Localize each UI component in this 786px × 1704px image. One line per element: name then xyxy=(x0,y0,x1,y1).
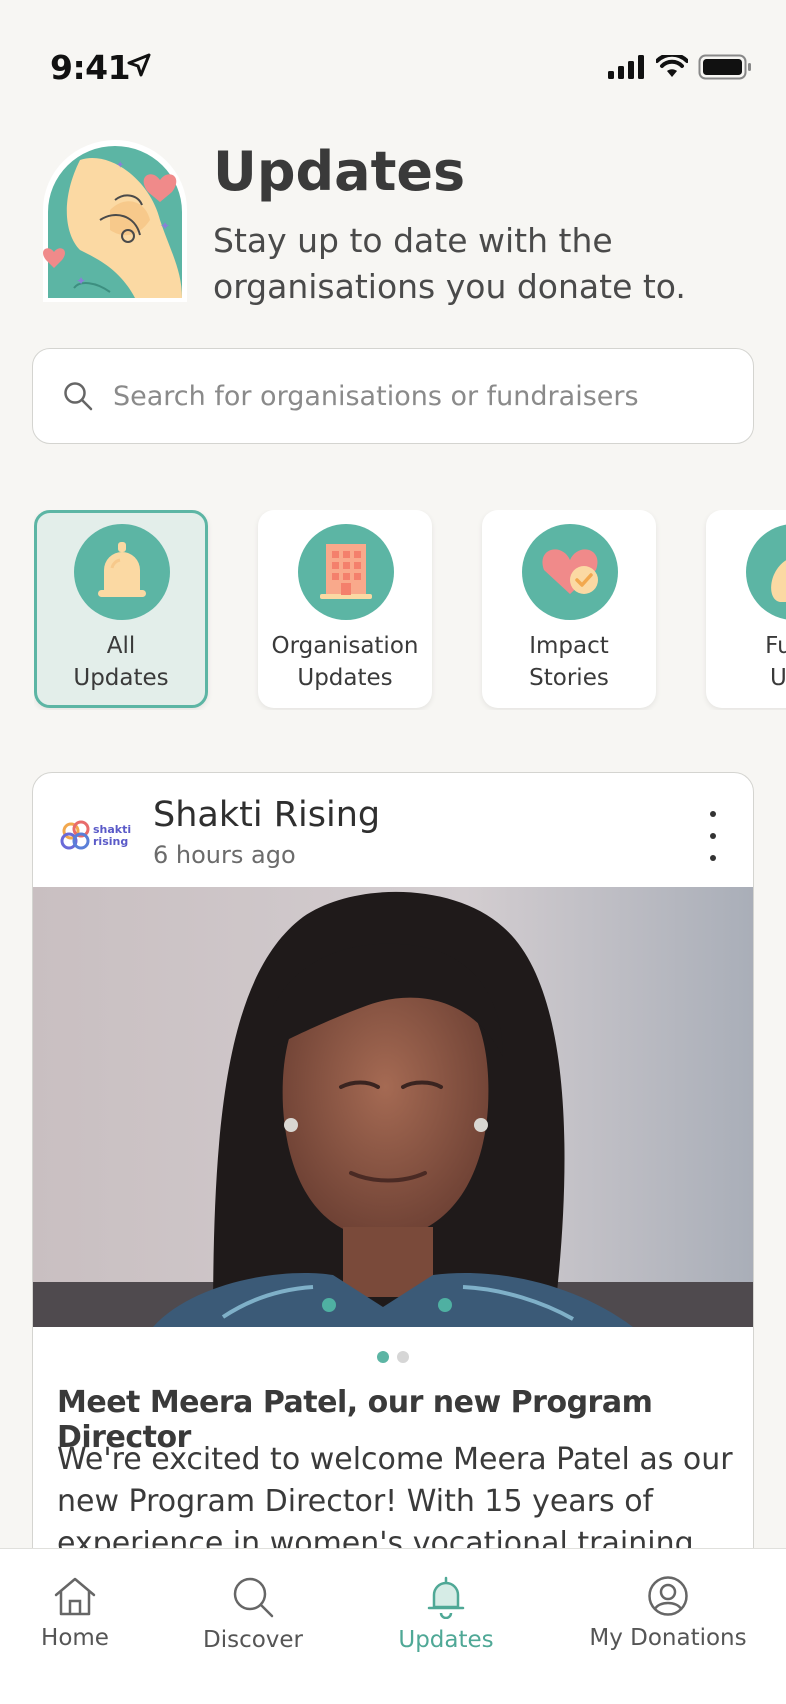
category-organisation-updates[interactable]: Organisation Updates xyxy=(258,510,432,708)
page-title: Updates xyxy=(213,140,466,203)
cellular-signal-icon xyxy=(608,55,644,79)
nav-tab-my-donations[interactable]: My Donations xyxy=(588,1575,748,1651)
money-bag-icon: $ xyxy=(771,560,786,602)
nav-tab-home[interactable]: Home xyxy=(34,1575,116,1651)
category-label: All Updates xyxy=(73,633,169,691)
category-icon-circle xyxy=(298,524,394,620)
page-subtitle: Stay up to date with the organisations y… xyxy=(213,221,686,306)
svg-text:rising: rising xyxy=(93,835,128,848)
category-icon-circle xyxy=(522,524,618,620)
svg-text:✦: ✦ xyxy=(116,160,124,171)
organisation-name[interactable]: Shakti Rising xyxy=(153,795,380,835)
bottom-navigation: Home Discover Updates My Donations xyxy=(0,1548,786,1704)
category-icon-circle: $ xyxy=(746,524,786,620)
nav-tab-label: My Donations xyxy=(589,1625,747,1651)
profile-icon xyxy=(648,1576,688,1616)
status-time: 9:41 xyxy=(50,48,131,87)
category-all-updates[interactable]: All Updates xyxy=(34,510,208,708)
category-fundraiser-updates[interactable]: $ FundUpd xyxy=(706,510,786,708)
battery-icon xyxy=(698,54,751,80)
post-timestamp: 6 hours ago xyxy=(153,841,296,869)
organisation-logo[interactable]: shakti rising xyxy=(57,809,137,865)
search-bar[interactable] xyxy=(32,348,754,444)
bell-icon xyxy=(427,1576,465,1619)
category-filter-row[interactable]: All Updates Organisation Updates Impact … xyxy=(34,510,786,710)
category-label: Impact Stories xyxy=(529,633,609,691)
category-label: Organisation Updates xyxy=(271,633,419,691)
more-dot-icon xyxy=(710,811,716,817)
heart-check-icon xyxy=(542,549,598,594)
building-icon xyxy=(320,544,372,599)
home-icon xyxy=(54,1577,96,1616)
more-options-button[interactable] xyxy=(703,811,723,861)
svg-text:✦: ✦ xyxy=(160,219,170,233)
nav-tab-discover[interactable]: Discover xyxy=(200,1575,306,1653)
category-label: FundUpd xyxy=(765,633,786,691)
status-bar: 9:41 xyxy=(0,0,786,120)
nav-tab-label: Discover xyxy=(202,1627,304,1653)
carousel-indicator xyxy=(33,1351,753,1363)
post-body: We're excited to welcome Meera Patel as … xyxy=(57,1442,733,1561)
bell-icon xyxy=(98,542,146,597)
location-arrow-icon xyxy=(127,53,151,77)
more-dot-icon xyxy=(710,833,716,839)
nav-tab-updates[interactable]: Updates xyxy=(396,1575,496,1653)
more-dot-icon xyxy=(710,855,716,861)
search-icon xyxy=(64,382,93,411)
nav-tab-label: Home xyxy=(41,1625,109,1651)
search-input[interactable] xyxy=(113,380,713,412)
carousel-dot[interactable] xyxy=(397,1351,409,1363)
category-icon-circle xyxy=(74,524,170,620)
category-impact-stories[interactable]: Impact Stories xyxy=(482,510,656,708)
search-icon xyxy=(233,1577,274,1618)
carousel-dot-active[interactable] xyxy=(377,1351,389,1363)
status-icons xyxy=(608,54,752,80)
post-photo[interactable] xyxy=(33,887,754,1327)
hands-heart-illustration: ✦ ✦ ✦ xyxy=(43,140,187,302)
svg-text:✦: ✦ xyxy=(76,274,86,288)
wifi-icon xyxy=(656,55,688,77)
nav-tab-label: Updates xyxy=(398,1627,494,1653)
